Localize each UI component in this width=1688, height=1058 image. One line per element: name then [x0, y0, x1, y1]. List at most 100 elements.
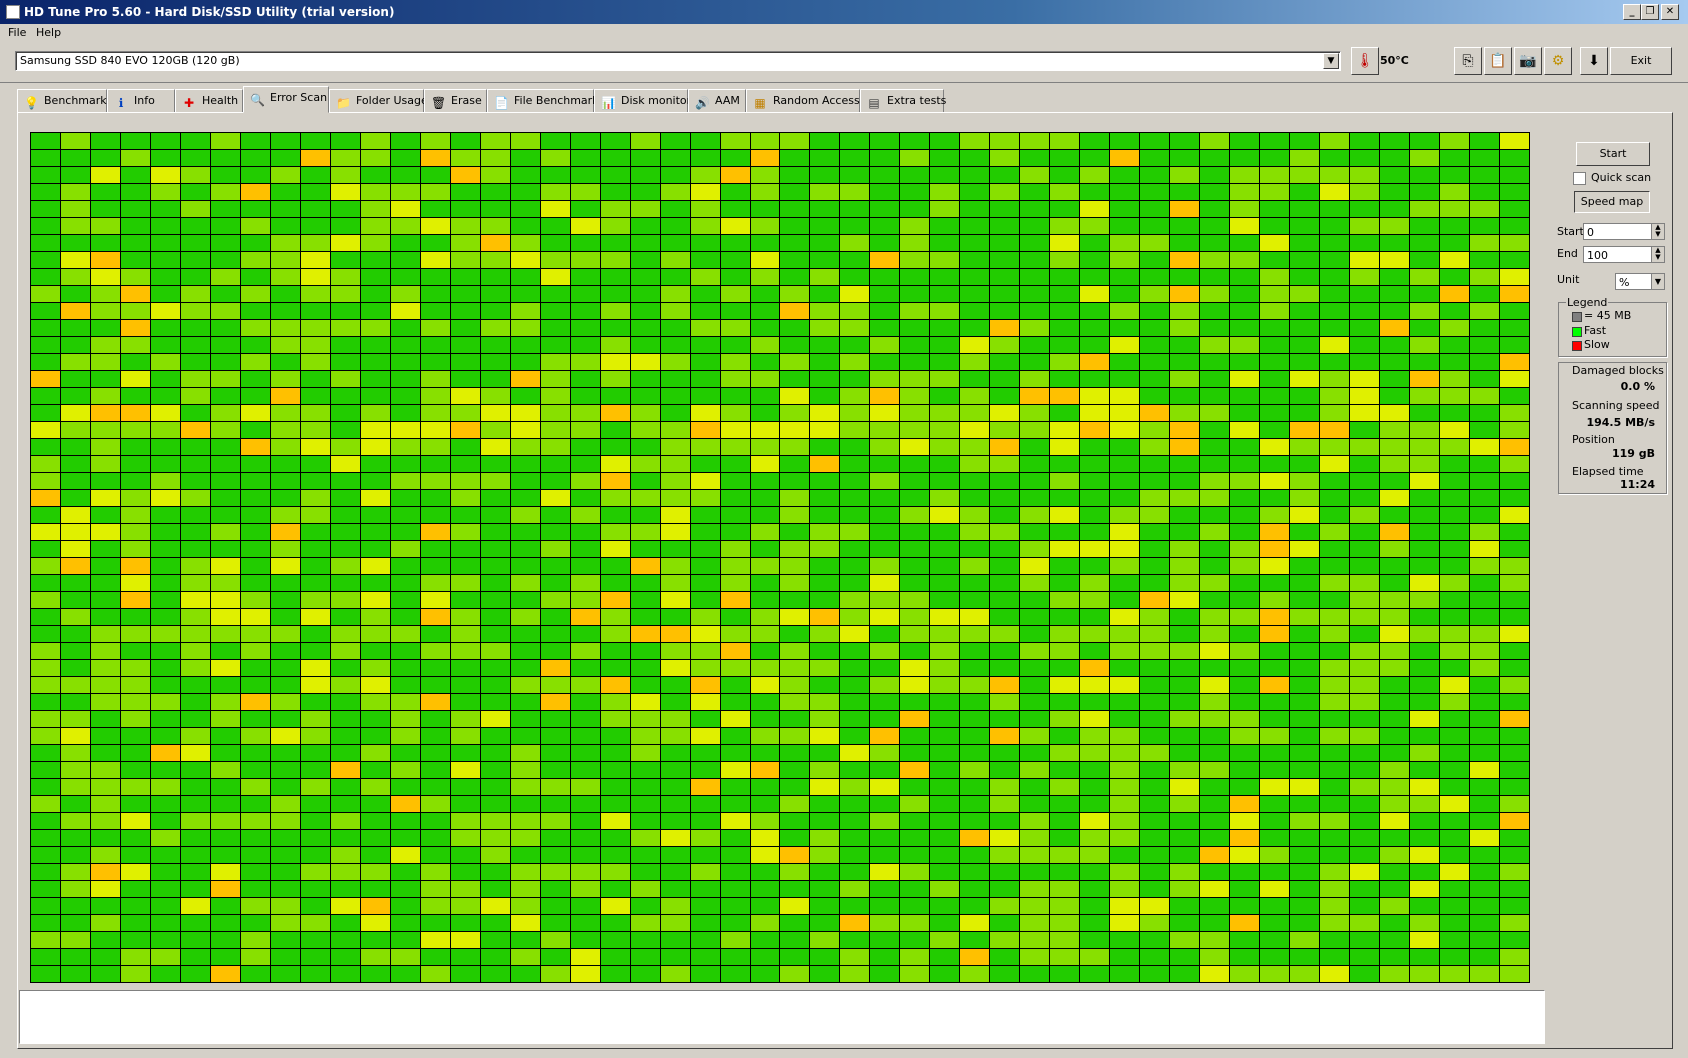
screenshot-button[interactable]: 📷 [1514, 47, 1542, 75]
scan-block [720, 626, 750, 642]
quick-scan-checkbox[interactable] [1573, 172, 1586, 185]
tab-aam[interactable]: 🔊 AAM [688, 89, 746, 113]
tab-disk-monitor[interactable]: 📊 Disk monitor [594, 89, 691, 113]
scan-block [900, 150, 930, 166]
scan-block [1260, 745, 1290, 761]
save-button[interactable]: ⬇ [1580, 47, 1608, 75]
scan-block [1320, 711, 1350, 727]
scan-block [720, 592, 750, 608]
exit-button[interactable]: Exit [1610, 47, 1672, 75]
scan-block [1050, 796, 1080, 812]
scan-block [480, 881, 510, 897]
scan-block [900, 269, 930, 285]
menu-help[interactable]: Help [36, 26, 61, 39]
scan-block [510, 303, 540, 319]
scan-block [810, 660, 840, 676]
scan-block [1230, 813, 1260, 829]
elapsed-time-value: 11:24 [1619, 478, 1655, 491]
scan-block [1140, 303, 1170, 319]
scan-block [300, 201, 330, 217]
tab-random-access[interactable]: ▦ Random Access [746, 89, 860, 113]
start-range-input[interactable]: 0 ▲ ▼ [1583, 223, 1665, 240]
options-button[interactable]: ⚙ [1544, 47, 1572, 75]
scan-block [270, 286, 300, 302]
close-button[interactable]: ✕ [1661, 4, 1679, 20]
unit-select[interactable]: % ▼ [1615, 273, 1665, 290]
scan-block [1050, 133, 1080, 149]
scan-block [31, 286, 60, 302]
scan-block [1110, 354, 1140, 370]
scan-block [1410, 133, 1440, 149]
scan-block [990, 201, 1020, 217]
scan-block [31, 439, 60, 455]
scan-block [630, 337, 660, 353]
tab-error-scan[interactable]: 🔍 Error Scan [243, 86, 329, 113]
tab-folder-usage[interactable]: 📁 Folder Usage [329, 89, 428, 113]
chevron-down-icon[interactable]: ▼ [1651, 274, 1664, 289]
tab-extra-tests[interactable]: ▤ Extra tests [860, 89, 946, 113]
scan-block [60, 507, 90, 523]
tab-info[interactable]: ℹ Info [107, 89, 175, 113]
scan-block [1170, 167, 1200, 183]
scan-block [330, 694, 360, 710]
scan-block [1260, 354, 1290, 370]
minimize-button[interactable]: _ [1623, 4, 1641, 20]
scan-block [510, 847, 540, 863]
scan-block [240, 711, 270, 727]
copy-info-button[interactable]: ⎘ [1454, 47, 1482, 75]
menu-file[interactable]: File [8, 26, 26, 39]
scan-block [630, 235, 660, 251]
scan-block [750, 320, 780, 336]
tab-erase[interactable]: 🗑 Erase [424, 89, 487, 113]
scan-block [660, 337, 690, 353]
scan-block [1170, 133, 1200, 149]
scan-block [930, 966, 960, 982]
scan-block [90, 320, 120, 336]
scan-block [120, 439, 150, 455]
scan-block [1290, 626, 1320, 642]
end-range-input[interactable]: 100 ▲ ▼ [1583, 246, 1665, 263]
tab-benchmark[interactable]: 💡 Benchmark [17, 89, 107, 113]
scan-block [210, 524, 240, 540]
scan-block [750, 422, 780, 438]
scan-block [780, 507, 810, 523]
scan-block [780, 405, 810, 421]
scan-block [390, 218, 420, 234]
copy-results-button[interactable]: 📋 [1484, 47, 1512, 75]
scan-block [300, 439, 330, 455]
scan-block [1470, 966, 1500, 982]
scan-block [930, 728, 960, 744]
scan-block [570, 490, 600, 506]
scan-block [150, 371, 180, 387]
scan-block [960, 541, 990, 557]
scan-block [240, 626, 270, 642]
scan-block [480, 643, 510, 659]
scan-block [870, 966, 900, 982]
restore-button[interactable]: ❐ [1641, 4, 1659, 20]
drive-select[interactable]: Samsung SSD 840 EVO 120GB (120 gB) ▼ [15, 51, 1341, 71]
tab-health[interactable]: ✚ Health [175, 89, 243, 113]
spin-arrows-icon[interactable]: ▲ ▼ [1651, 247, 1664, 262]
scan-block [1470, 524, 1500, 540]
scan-block [1260, 235, 1290, 251]
scan-block [390, 694, 420, 710]
scan-block [540, 388, 570, 404]
scan-block [90, 507, 120, 523]
scan-block [90, 371, 120, 387]
scan-block [1200, 524, 1230, 540]
spin-arrows-icon[interactable]: ▲ ▼ [1651, 224, 1664, 239]
scan-block [930, 337, 960, 353]
scan-block [600, 337, 630, 353]
scan-block [300, 677, 330, 693]
scan-block [960, 269, 990, 285]
scan-block [900, 643, 930, 659]
scan-block [390, 609, 420, 625]
speed-map-button[interactable]: Speed map [1574, 191, 1650, 213]
scan-block [270, 388, 300, 404]
chevron-down-icon[interactable]: ▼ [1323, 53, 1339, 69]
tab-file-benchmark[interactable]: 📄 File Benchmark [487, 89, 599, 113]
start-scan-button[interactable]: Start [1576, 142, 1650, 166]
scan-block [1200, 898, 1230, 914]
scan-block [210, 898, 240, 914]
scan-block [420, 864, 450, 880]
